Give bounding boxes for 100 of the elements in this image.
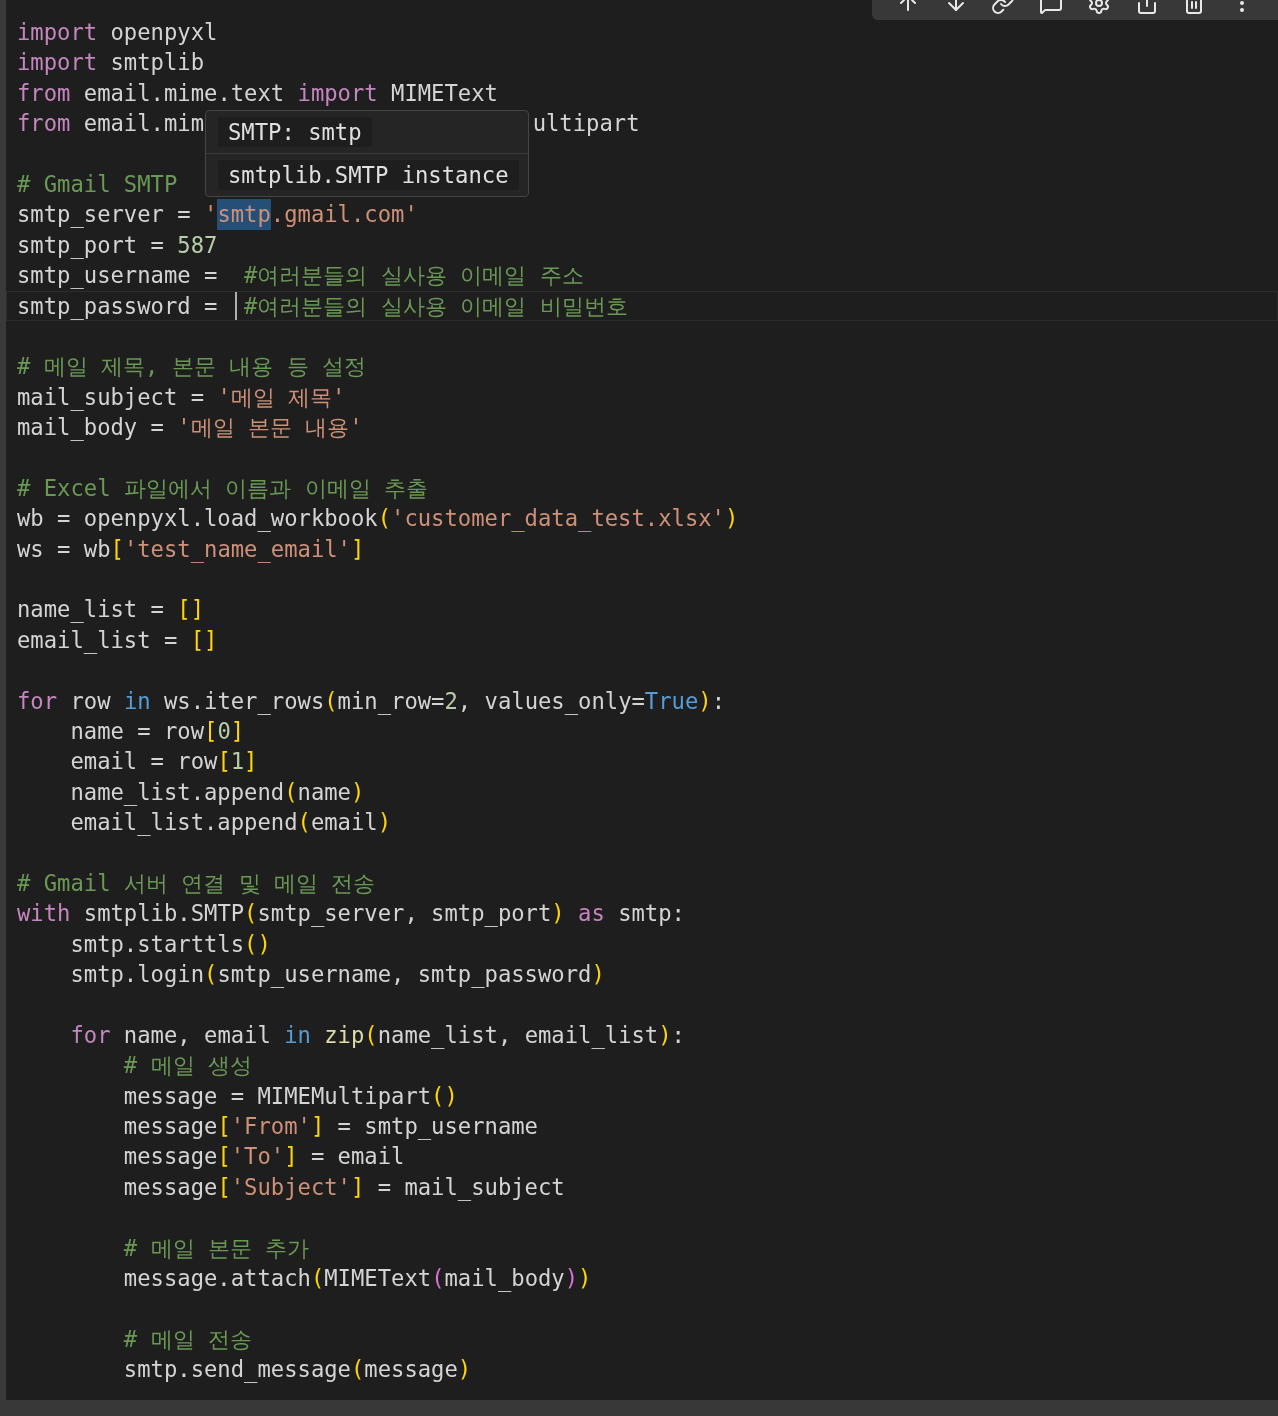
code-token: email.mime.text	[82, 78, 286, 108]
code-token: mail_subject =	[17, 382, 205, 413]
code-token: [	[217, 747, 231, 777]
code-token: (	[350, 1355, 365, 1385]
code-token: :	[711, 686, 725, 716]
code-token: (	[244, 899, 258, 929]
code-token: row	[69, 686, 112, 716]
code-token: zip	[323, 1020, 365, 1050]
code-token: MIMEText	[390, 78, 498, 108]
code-token: message	[364, 1355, 458, 1385]
code-token: wb = openpyxl.load_workbook	[17, 504, 378, 534]
code-token: openpyxl	[109, 18, 218, 47]
text-cursor	[235, 291, 238, 320]
code-token: message = MIMEMultipart	[122, 1081, 432, 1111]
code-token: import	[17, 18, 98, 47]
code-token: True	[644, 686, 699, 714]
code-token: )	[725, 504, 739, 534]
code-token: from	[17, 78, 71, 108]
code-token: (	[324, 686, 338, 716]
code-comment: # 메일 본문 추가	[122, 1233, 310, 1263]
code-token: name = row	[69, 717, 204, 746]
code-token: message	[122, 1172, 218, 1202]
tooltip-text: SMTP: smtp	[218, 117, 372, 147]
code-token: [	[204, 717, 218, 746]
code-token: ]	[230, 717, 245, 746]
code-token: message.attach	[122, 1264, 311, 1293]
code-token: )	[350, 777, 365, 807]
code-token: [	[217, 1112, 231, 1142]
code-token: name, email	[122, 1020, 272, 1050]
code-token: 0	[217, 717, 231, 746]
code-token: (	[377, 504, 392, 534]
code-token: 1	[230, 747, 245, 777]
code-comment: # 메일 생성	[122, 1051, 252, 1081]
code-token: import	[297, 78, 378, 108]
code-token: = smtp_username	[336, 1112, 538, 1142]
code-token: in	[284, 1020, 311, 1050]
code-comment: # Excel 파일에서 이름과 이메일 추출	[17, 473, 428, 503]
code-token: smtp_username, smtp_password	[217, 960, 592, 990]
code-token: )	[578, 1264, 592, 1293]
code-comment: # 메일 제목, 본문 내용 등 설정	[17, 352, 366, 382]
code-token: name_list.append	[69, 777, 285, 808]
code-token: [	[110, 534, 124, 564]
code-token: ]	[284, 1142, 298, 1172]
code-token: as	[578, 899, 605, 929]
code-token: for	[17, 686, 58, 716]
code-token: 'customer_data_test.xlsx'	[391, 504, 725, 534]
code-token: '메일 본문 내용'	[177, 413, 363, 443]
code-comment: #여러분들의 실사용 이메일 주소	[244, 261, 584, 291]
code-token: )	[698, 686, 712, 716]
code-token: 'To'	[230, 1142, 285, 1172]
code-token: name_list, email_list	[377, 1020, 659, 1051]
code-token: in	[123, 686, 151, 716]
code-token: )	[564, 1264, 579, 1293]
code-token: )	[591, 960, 605, 990]
code-token: ws = wb	[17, 534, 111, 564]
code-token: (	[364, 1020, 378, 1050]
code-token: [	[217, 1172, 231, 1202]
code-token: []	[177, 595, 204, 625]
code-token: )	[551, 899, 566, 929]
code-token: 2	[444, 686, 458, 714]
code-token: ultipart	[532, 109, 640, 139]
code-token: (	[284, 777, 298, 807]
code-token: = mail_subject	[376, 1172, 565, 1203]
code-token: (	[310, 1264, 325, 1293]
code-token: smtp_server =	[17, 200, 192, 230]
code-token: 'Subject'	[230, 1172, 351, 1202]
code-token: )	[377, 808, 392, 838]
code-token: ()	[431, 1081, 458, 1111]
code-token: = email	[309, 1142, 405, 1172]
code-token: mail_body	[444, 1264, 565, 1294]
code-token: import	[17, 48, 98, 78]
code-token: min_row=	[337, 686, 445, 716]
code-token: )	[658, 1020, 672, 1050]
code-token: email_list.append	[69, 808, 298, 838]
code-token: email = row	[69, 747, 218, 777]
code-token: 'test_name_email'	[123, 534, 351, 565]
code-token: smtplib	[109, 48, 205, 78]
code-token: from	[17, 109, 71, 139]
code-token: name	[297, 777, 351, 807]
code-token: ]	[350, 534, 365, 564]
code-token: ]	[350, 1172, 365, 1202]
code-token: [	[217, 1142, 231, 1172]
code-token: name_list =	[17, 595, 165, 625]
code-token: smtp_port =	[17, 230, 165, 261]
code-comment: # Gmail SMTP	[17, 169, 178, 199]
code-token: []	[190, 625, 218, 655]
code-token: email_list =	[17, 625, 179, 656]
code-token: mail_body =	[17, 413, 165, 443]
code-token: 'From'	[230, 1112, 311, 1142]
code-token: smtp.send_message	[122, 1355, 351, 1385]
code-comment: # Gmail 서버 연결 및 메일 전송	[17, 868, 376, 898]
code-token: '	[204, 200, 218, 230]
code-token: (	[431, 1264, 445, 1293]
code-token: smtp_password =	[17, 291, 219, 321]
code-token: smtp:	[617, 899, 685, 929]
code-token: smtp.starttls	[69, 929, 245, 959]
code-token: smtp_server, smtp_port	[257, 899, 552, 929]
selected-text: smtp	[217, 199, 271, 230]
code-token: ]	[310, 1112, 325, 1142]
code-token: smtplib.SMTP	[82, 899, 245, 929]
